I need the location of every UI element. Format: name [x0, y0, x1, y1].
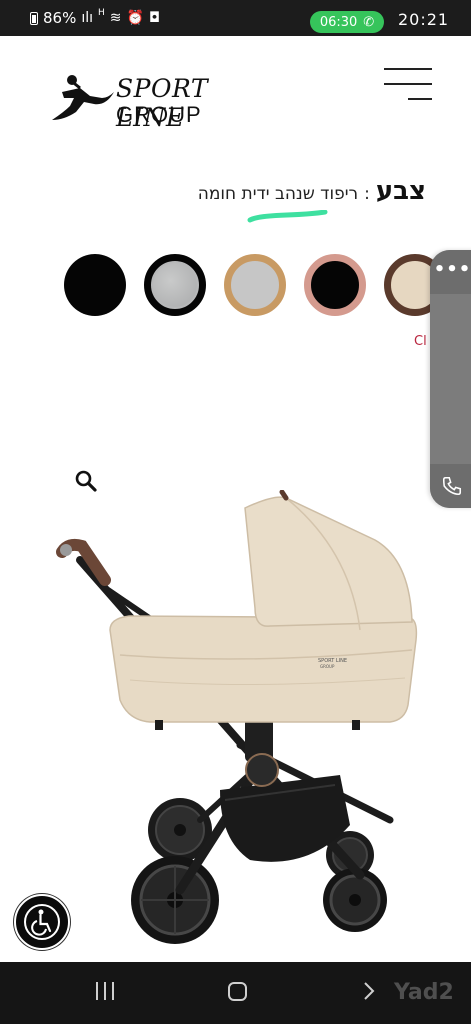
home-icon[interactable]: [228, 982, 247, 1001]
phone-icon[interactable]: [430, 464, 471, 508]
bassinet-body: [109, 615, 418, 723]
signal-icon: ılı: [81, 10, 94, 26]
clear-selection-link[interactable]: Cl: [414, 334, 427, 349]
phone-call-icon: ✆: [363, 14, 375, 30]
floating-side-panel: •••: [430, 250, 471, 508]
bassinet-brand-print-2: GROUP: [320, 664, 335, 669]
battery-icon: [30, 11, 38, 25]
yad2-watermark: Yad2: [394, 980, 454, 1005]
bassinet-canopy: [244, 496, 413, 627]
wheelchair-accessibility-icon: [24, 904, 60, 940]
status-left: 86% ılı H ≋ ⏰ ◘: [30, 8, 161, 27]
back-chevron-icon[interactable]: [358, 980, 380, 1002]
product-image-stroller[interactable]: SPORT LINE GROUP: [50, 490, 430, 950]
color-swatch-cognac[interactable]: [224, 254, 286, 316]
logo-text-line2: GROUP: [116, 102, 202, 127]
call-timer: 06:30: [319, 14, 358, 30]
wheel-front-right: [323, 868, 387, 932]
frame-hub: [245, 753, 279, 787]
ongoing-call-pill[interactable]: 06:30 ✆: [310, 11, 384, 33]
wheel-rear-right: [131, 856, 219, 944]
more-dots-icon[interactable]: •••: [430, 250, 471, 294]
hamburger-menu-icon[interactable]: [384, 68, 432, 102]
battery-level: 86%: [43, 9, 77, 27]
clock: 20:21: [398, 10, 450, 29]
recents-icon[interactable]: [96, 982, 116, 1002]
page: 86% ılı H ≋ ⏰ ◘ 06:30 ✆ 20:21 SPORT LINE…: [0, 0, 471, 1024]
wifi-icon: ≋: [109, 10, 122, 26]
color-swatch-black[interactable]: [64, 254, 126, 316]
color-label: צבע: [375, 176, 426, 206]
network-type: H: [98, 8, 105, 18]
accessibility-button[interactable]: [14, 894, 70, 950]
color-selection-title: צבע : ריפוד שנהב ידית חומה: [198, 176, 426, 206]
highlight-underline: [247, 210, 328, 223]
notification-icon: ◘: [148, 10, 161, 26]
color-swatch-rose[interactable]: [304, 254, 366, 316]
alarm-icon: ⏰: [126, 10, 144, 26]
color-swatch-grey[interactable]: [144, 254, 206, 316]
selected-color-name: ריפוד שנהב ידית חומה: [197, 184, 359, 204]
runner-logo-icon: [52, 75, 114, 120]
site-logo[interactable]: SPORT LINE GROUP: [50, 72, 280, 132]
color-separator: :: [364, 184, 370, 204]
status-bar: 86% ılı H ≋ ⏰ ◘ 06:30 ✆ 20:21: [0, 0, 471, 36]
system-navigation-bar: Yad2: [0, 962, 471, 1024]
